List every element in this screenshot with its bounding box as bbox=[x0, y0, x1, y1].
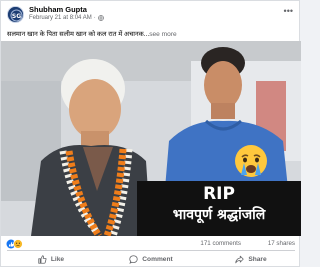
more-options-icon[interactable]: ••• bbox=[284, 7, 293, 16]
post-actions: Like Comment Share bbox=[1, 251, 301, 267]
crying-face-emoji bbox=[235, 145, 267, 177]
like-label: Like bbox=[50, 256, 65, 263]
post-meta: February 21 at 8:04 AM · bbox=[29, 15, 104, 21]
reaction-icons[interactable] bbox=[6, 239, 24, 249]
comment-button[interactable]: Comment bbox=[101, 251, 201, 267]
engagement-stats: 171 comments 17 shares bbox=[1, 238, 301, 250]
comments-count[interactable]: 171 comments bbox=[200, 240, 241, 247]
author-avatar[interactable]: SG bbox=[7, 6, 24, 23]
share-button[interactable]: Share bbox=[201, 251, 301, 267]
comment-bubble-icon bbox=[129, 255, 138, 264]
post-timestamp[interactable]: February 21 at 8:04 AM bbox=[29, 15, 92, 21]
post-text: सलमान खान के पिता सलीम खान को कल रात में… bbox=[7, 29, 295, 38]
share-arrow-icon bbox=[235, 255, 244, 264]
like-button[interactable]: Like bbox=[1, 251, 101, 267]
tribute-text: भावपूर्ण श्रद्धांजलि bbox=[172, 207, 266, 223]
meta-separator: · bbox=[93, 15, 96, 21]
svg-text:SG: SG bbox=[12, 13, 21, 20]
rip-text: RIP bbox=[203, 184, 235, 204]
post-header: SG Shubham Gupta February 21 at 8:04 AM … bbox=[1, 1, 301, 27]
avatar-image: SG bbox=[8, 7, 23, 22]
globe-icon bbox=[97, 15, 104, 21]
thumbs-up-icon bbox=[38, 255, 47, 264]
author-name[interactable]: Shubham Gupta bbox=[29, 5, 87, 14]
post-photo[interactable]: RIP भावपूर्ण श्रद्धांजलि bbox=[1, 41, 301, 236]
post-card: SG Shubham Gupta February 21 at 8:04 AM … bbox=[0, 0, 301, 267]
share-label: Share bbox=[248, 256, 267, 263]
shares-count[interactable]: 17 shares bbox=[268, 240, 295, 247]
see-more-link[interactable]: see more bbox=[149, 31, 177, 38]
post-caption: सलमान खान के पिता सलीम खान को कल रात में… bbox=[7, 31, 150, 38]
comment-label: Comment bbox=[142, 256, 173, 263]
